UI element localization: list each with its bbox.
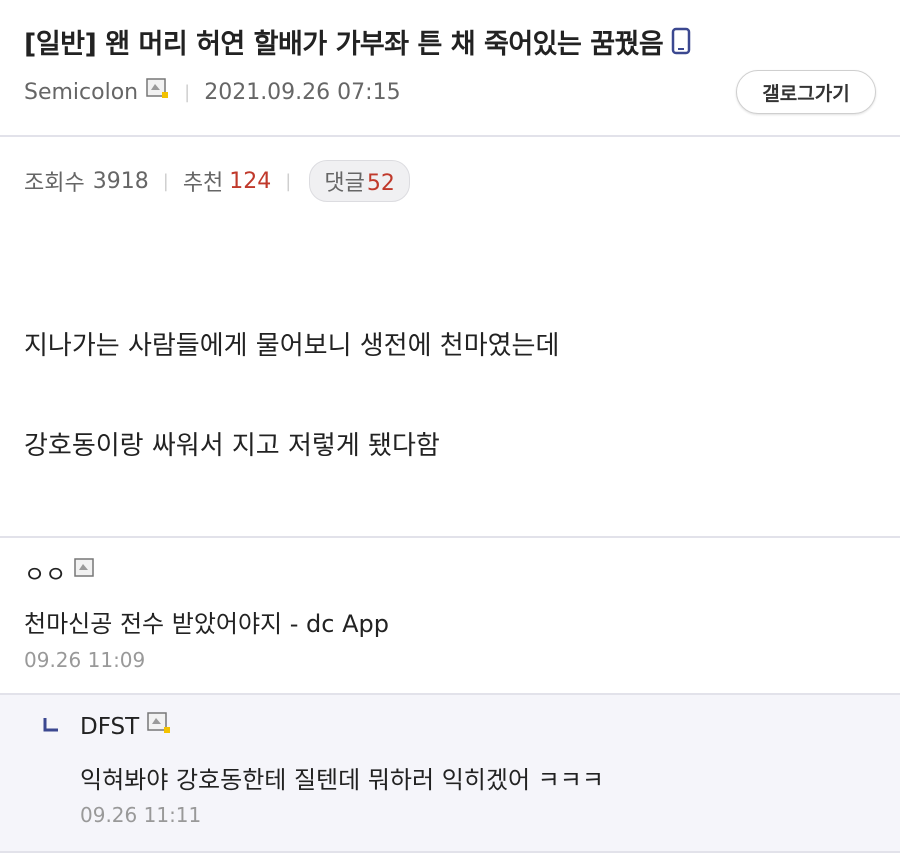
gallog-icon xyxy=(146,78,170,106)
views-count: 3918 xyxy=(92,168,149,194)
stats-divider: | xyxy=(162,170,169,192)
post-meta: Semicolon | 2021.09.26 07:15 xyxy=(24,78,401,106)
author-name[interactable]: Semicolon xyxy=(24,80,138,105)
comments-count: 52 xyxy=(366,171,395,196)
post-title: [일반] 왠 머리 허연 할배가 가부좌 튼 채 죽어있는 꿈꿨음 xyxy=(24,22,874,62)
post-header: [일반] 왠 머리 허연 할배가 가부좌 튼 채 죽어있는 꿈꿨음 Semico… xyxy=(0,0,900,137)
divider xyxy=(0,536,900,538)
comment-date: 09.26 11:09 xyxy=(24,648,146,672)
post-body-line: 지나가는 사람들에게 물어보니 생전에 천마였는데 xyxy=(24,331,560,361)
reply-arrow-icon xyxy=(42,716,60,738)
comment-author[interactable]: ㅇㅇ xyxy=(24,555,96,589)
stats-divider: | xyxy=(285,170,292,192)
comments-label: 댓글 xyxy=(324,171,365,196)
mobile-icon xyxy=(671,27,691,62)
post-title-text: [일반] 왠 머리 허연 할배가 가부좌 튼 채 죽어있는 꿈꿨음 xyxy=(24,29,664,60)
reply-text: 익혀봐야 강호동한테 질텐데 뭐하러 익히겠어 ㅋㅋㅋ xyxy=(80,766,604,794)
comment-count-button[interactable]: 댓글52 xyxy=(309,160,410,202)
recommend-label: 추천 xyxy=(182,171,224,196)
reply-date: 09.26 11:11 xyxy=(80,803,202,827)
comment-text: 천마신공 전수 받았어야지 - dc App xyxy=(24,610,390,638)
post-date: 2021.09.26 07:15 xyxy=(204,79,401,105)
divider xyxy=(0,851,900,853)
recommend-count: 124 xyxy=(229,168,272,194)
gallog-icon xyxy=(74,558,96,586)
comment-author-name: ㅇㅇ xyxy=(24,562,67,588)
gallog-icon xyxy=(147,712,173,742)
gallog-button[interactable]: 갤로그가기 xyxy=(736,70,876,114)
post-body-line: 강호동이랑 싸워서 지고 저렇게 됐다함 xyxy=(24,431,440,461)
meta-divider: | xyxy=(184,81,191,103)
reply-author-name: DFST xyxy=(80,714,140,740)
reply-author[interactable]: DFST xyxy=(80,712,173,742)
post-stats: 조회수 3918 | 추천 124 | 댓글52 xyxy=(24,160,410,202)
views-label: 조회수 xyxy=(24,171,85,196)
